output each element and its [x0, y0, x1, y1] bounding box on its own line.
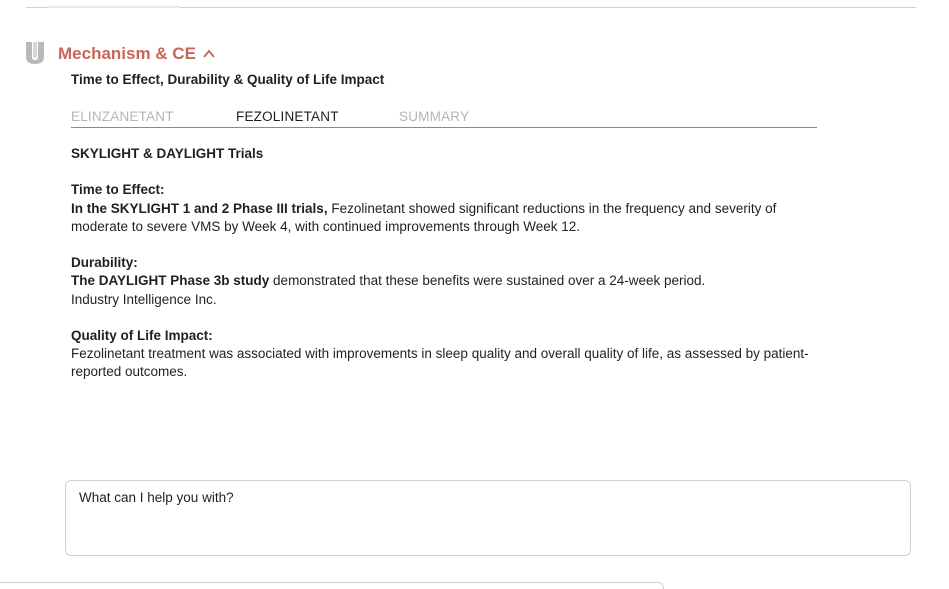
time-to-effect-lead: In the SKYLIGHT 1 and 2 Phase III trials…	[71, 200, 328, 216]
tab-bar: ELINZANETANT FEZOLINETANT SUMMARY	[71, 109, 817, 128]
top-divider-highlight	[48, 6, 181, 8]
section-title: Mechanism & CE	[58, 44, 196, 63]
tab-elinzanetant[interactable]: ELINZANETANT	[71, 109, 174, 124]
durability-lead: The DAYLIGHT Phase 3b study	[71, 273, 270, 289]
content-heading: SKYLIGHT & DAYLIGHT Trials	[71, 146, 264, 161]
durability-text: The DAYLIGHT Phase 3b study demonstrated…	[71, 272, 821, 290]
durability-body: demonstrated that these benefits were su…	[269, 273, 706, 289]
tab-summary[interactable]: SUMMARY	[399, 109, 469, 124]
chat-box	[65, 480, 911, 556]
section-shield-icon	[26, 42, 44, 64]
quality-of-life-text: Fezolinetant treatment was associated wi…	[71, 346, 809, 380]
durability-label: Durability:	[71, 255, 138, 271]
chat-input[interactable]	[79, 490, 899, 505]
chevron-up-icon	[203, 49, 215, 58]
tab-content: SKYLIGHT & DAYLIGHT Trials Time to Effec…	[71, 145, 821, 382]
time-to-effect-label: Time to Effect:	[71, 182, 165, 198]
section-subtitle: Time to Effect, Durability & Quality of …	[71, 72, 385, 87]
quality-of-life-label: Quality of Life Impact:	[71, 327, 213, 343]
time-to-effect-text: In the SKYLIGHT 1 and 2 Phase III trials…	[71, 200, 821, 236]
section-toggle[interactable]: Mechanism & CE	[58, 44, 216, 64]
durability-source: Industry Intelligence Inc.	[71, 291, 217, 307]
tab-fezolinetant[interactable]: FEZOLINETANT	[236, 109, 339, 124]
